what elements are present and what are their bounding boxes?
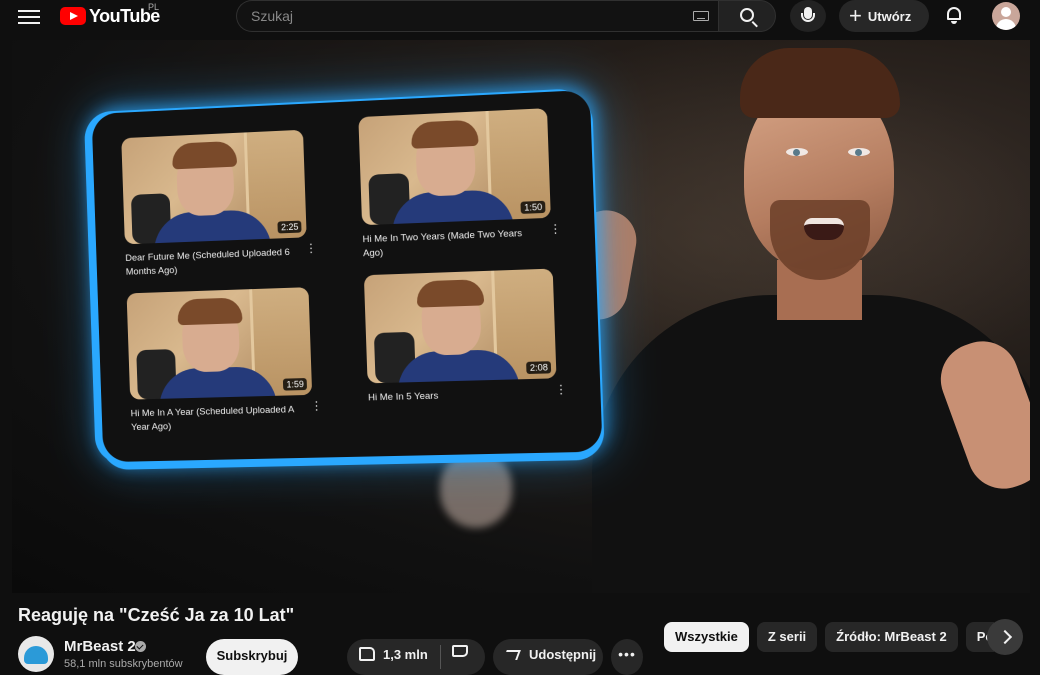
search-input[interactable] [251,1,671,31]
youtube-play-icon [60,7,86,25]
presenter-eye [786,148,808,156]
search-box [236,0,718,32]
search-icon [740,8,754,22]
channel-avatar[interactable] [18,636,54,672]
menu-icon[interactable] [18,6,40,26]
share-button[interactable]: Udostępnij [493,639,603,675]
video-card-title: Hi Me In Two Years (Made Two Years Ago) [362,228,523,260]
duration-badge: 1:59 [283,378,308,391]
related-filter-chips: Wszystkie Z serii Źródło: MrBeast 2 Podo… [664,622,994,652]
share-arrow-icon [503,650,521,660]
kebab-menu-icon: ⋮ [548,221,562,237]
glowing-tablet: 2:25 Dear Future Me (Scheduled Uploaded … [91,89,603,463]
like-dislike-group: 1,3 mln [347,639,485,675]
share-label: Udostępnij [529,646,597,662]
thumbs-up-icon [359,647,375,661]
search-button[interactable] [718,0,776,32]
chevron-right-icon[interactable] [987,619,1023,655]
create-label: Utwórz [867,8,912,24]
embedded-video-card: 2:25 Dear Future Me (Scheduled Uploaded … [121,129,320,280]
account-avatar[interactable] [992,2,1020,30]
channel-name[interactable]: MrBeast 2 [64,638,136,655]
duration-badge: 1:50 [520,200,546,214]
blurred-hand [440,450,512,528]
notifications-bell-icon[interactable] [946,6,962,24]
kebab-menu-icon: ⋮ [554,382,568,397]
microphone-stand [801,13,815,22]
youtube-logo[interactable]: YouTube [60,4,160,28]
video-title: Reaguję na "Cześć Ja za 10 Lat" [18,605,295,625]
video-thumbnail: 1:59 [126,287,313,400]
voice-search-button[interactable] [790,0,826,32]
chip-all[interactable]: Wszystkie [664,622,749,652]
more-actions-button[interactable]: ••• [611,639,643,675]
kebab-menu-icon: ⋮ [304,240,318,256]
dislike-button[interactable] [441,639,485,675]
kebab-menu-icon: ⋮ [310,398,323,413]
duration-badge: 2:25 [277,220,302,234]
chip-series[interactable]: Z serii [756,622,818,652]
verified-check-icon [135,641,146,652]
top-bar: YouTube PL + Utwórz [0,0,1040,36]
video-card-title: Hi Me In 5 Years [367,390,439,404]
region-code: PL [148,2,160,12]
embedded-video-card: 2:08 Hi Me In 5 Years ⋮ [363,268,571,429]
video-card-title: Dear Future Me (Scheduled Uploaded 6 Mon… [125,246,291,278]
video-thumbnail: 2:08 [363,268,557,384]
like-count: 1,3 mln [383,646,428,662]
embedded-video-card: 1:50 Hi Me In Two Years (Made Two Years … [358,108,565,272]
video-card-title: Hi Me In A Year (Scheduled Uploaded A Ye… [130,404,294,434]
chip-source[interactable]: Źródło: MrBeast 2 [825,622,958,652]
keyboard-icon[interactable] [693,11,709,21]
duration-badge: 2:08 [526,361,552,375]
subscriber-count: 58,1 mln subskrybentów [64,658,183,670]
presenter-hair [740,48,900,118]
presenter [562,40,1030,593]
thumbs-down-icon [452,645,468,657]
presenter-mouth [804,218,844,240]
plus-icon: + [849,3,862,28]
presenter-eye [848,148,870,156]
video-player[interactable]: 2:25 Dear Future Me (Scheduled Uploaded … [12,40,1030,593]
video-thumbnail: 2:25 [121,129,307,245]
video-thumbnail: 1:50 [358,108,551,226]
embedded-video-card: 1:59 Hi Me In A Year (Scheduled Uploaded… [126,287,326,435]
subscribe-button[interactable]: Subskrybuj [206,639,298,675]
create-button[interactable]: + Utwórz [839,0,929,32]
like-button[interactable]: 1,3 mln [347,639,439,675]
